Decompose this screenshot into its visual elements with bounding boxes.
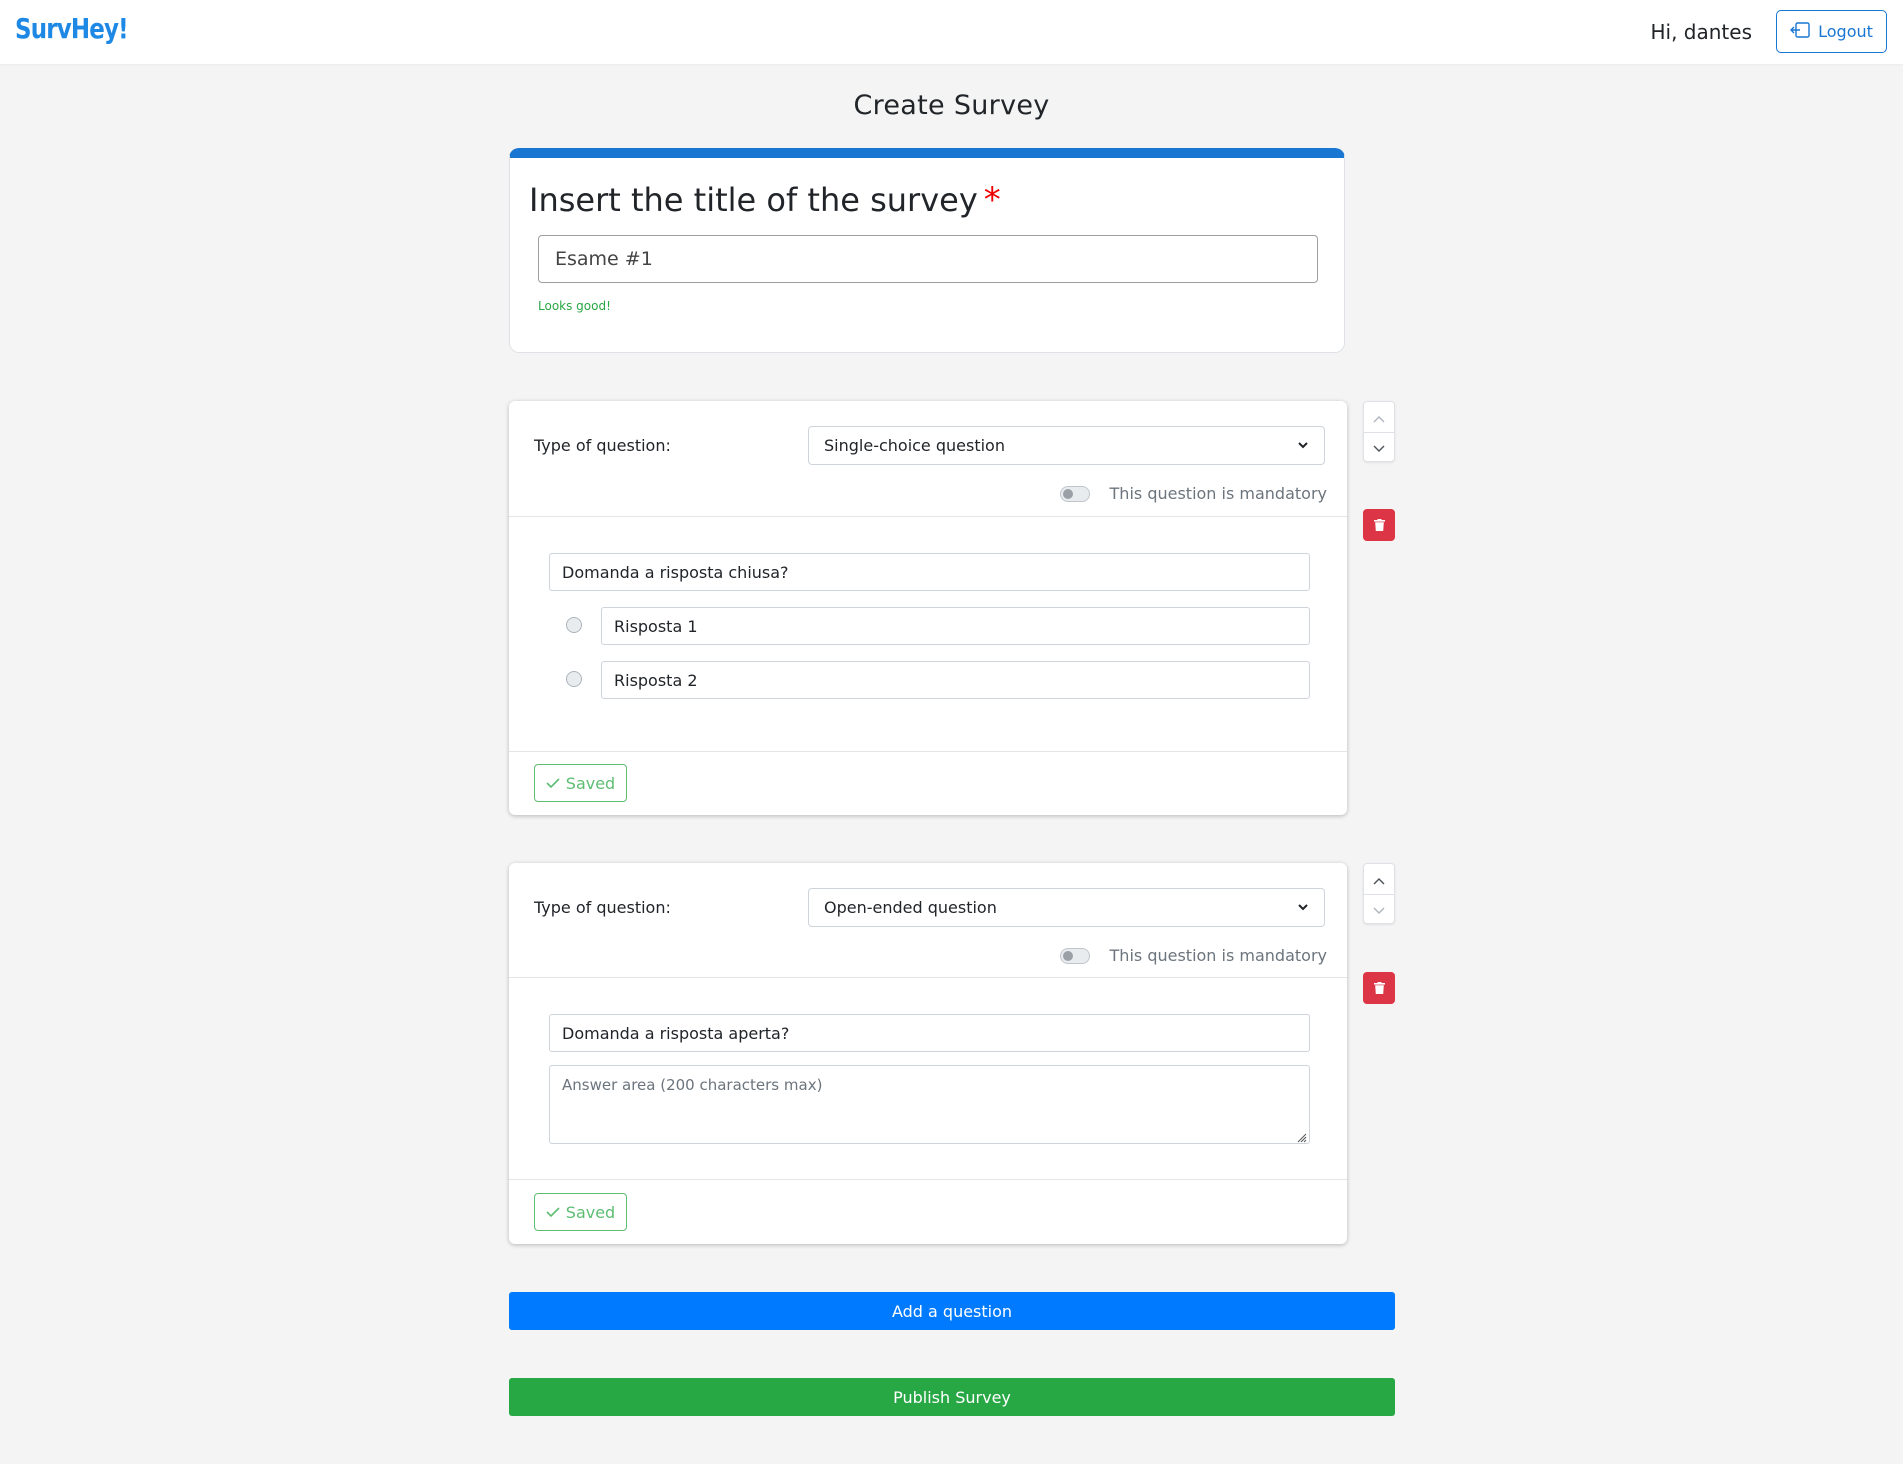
move-question-controls <box>1363 863 1395 924</box>
divider <box>509 1179 1347 1180</box>
question-type-select[interactable]: Single-choice question <box>808 426 1325 465</box>
delete-question-button[interactable] <box>1363 509 1395 541</box>
chevron-up-icon <box>1373 870 1385 889</box>
logout-button[interactable]: Logout <box>1776 10 1887 53</box>
mandatory-switch-row: This question is mandatory <box>1059 484 1327 503</box>
saved-label: Saved <box>565 773 616 793</box>
question-type-value: Single-choice question <box>824 436 1005 455</box>
required-mark: * <box>983 180 1001 220</box>
survey-title-heading: Insert the title of the survey * <box>529 180 1001 220</box>
chevron-down-icon <box>1373 900 1385 919</box>
user-greeting: Hi, dantes <box>1650 20 1752 44</box>
mandatory-label: This question is mandatory <box>1109 484 1327 503</box>
navbar: SurvHey! Hi, dantes Logout <box>0 0 1903 64</box>
mandatory-toggle[interactable] <box>1059 947 1090 964</box>
divider <box>509 977 1347 978</box>
mandatory-toggle[interactable] <box>1059 485 1090 502</box>
answer-input[interactable]: Risposta 1 <box>601 607 1310 645</box>
question-type-select[interactable]: Open-ended question <box>808 888 1325 927</box>
chevron-down-icon <box>1373 438 1385 457</box>
survey-title-heading-text: Insert the title of the survey <box>529 181 978 219</box>
answer-textarea-placeholder: Answer area (200 characters max) <box>562 1076 823 1094</box>
mandatory-switch-row: This question is mandatory <box>1059 946 1327 965</box>
page-title: Create Survey <box>853 90 1050 121</box>
delete-question-button[interactable] <box>1363 972 1395 1004</box>
question-text-input[interactable]: Domanda a risposta aperta? <box>549 1014 1310 1052</box>
resize-grip-icon[interactable] <box>1295 1129 1307 1143</box>
chevron-down-icon <box>1297 436 1309 455</box>
answer-radio[interactable] <box>566 671 582 687</box>
trash-icon <box>1373 516 1385 535</box>
answer-textarea[interactable]: Answer area (200 characters max) <box>549 1065 1310 1144</box>
check-icon <box>546 1203 560 1222</box>
publish-survey-button[interactable]: Publish Survey <box>509 1378 1395 1416</box>
add-question-button[interactable]: Add a question <box>509 1292 1395 1330</box>
move-up-button[interactable] <box>1364 864 1394 894</box>
mandatory-label: This question is mandatory <box>1109 946 1327 965</box>
move-down-button[interactable] <box>1364 894 1394 924</box>
question-type-value: Open-ended question <box>824 898 997 917</box>
answer-radio[interactable] <box>566 617 582 633</box>
survey-title-input[interactable]: Esame #1 <box>538 235 1318 283</box>
chevron-up-icon <box>1373 408 1385 427</box>
question-text-input[interactable]: Domanda a risposta chiusa? <box>549 553 1310 591</box>
validation-message: Looks good! <box>538 299 611 313</box>
saved-label: Saved <box>565 1202 616 1222</box>
question-card: Type of question: Single-choice question… <box>509 401 1347 815</box>
move-down-button[interactable] <box>1364 432 1394 462</box>
brand-logo[interactable]: SurvHey! <box>15 12 129 45</box>
answer-input[interactable]: Risposta 2 <box>601 661 1310 699</box>
question-type-label: Type of question: <box>534 898 671 917</box>
survey-title-card: Insert the title of the survey * Esame #1… <box>509 148 1345 353</box>
logout-label: Logout <box>1818 22 1873 41</box>
question-card: Type of question: Open-ended question Th… <box>509 863 1347 1244</box>
saved-button[interactable]: Saved <box>534 764 627 802</box>
divider <box>509 516 1347 517</box>
question-type-label: Type of question: <box>534 436 671 455</box>
move-question-controls <box>1363 401 1395 462</box>
saved-button[interactable]: Saved <box>534 1193 627 1231</box>
chevron-down-icon <box>1297 898 1309 917</box>
logout-icon <box>1790 21 1810 42</box>
trash-icon <box>1373 979 1385 998</box>
move-up-button[interactable] <box>1364 402 1394 432</box>
check-icon <box>546 774 560 793</box>
divider <box>509 751 1347 752</box>
